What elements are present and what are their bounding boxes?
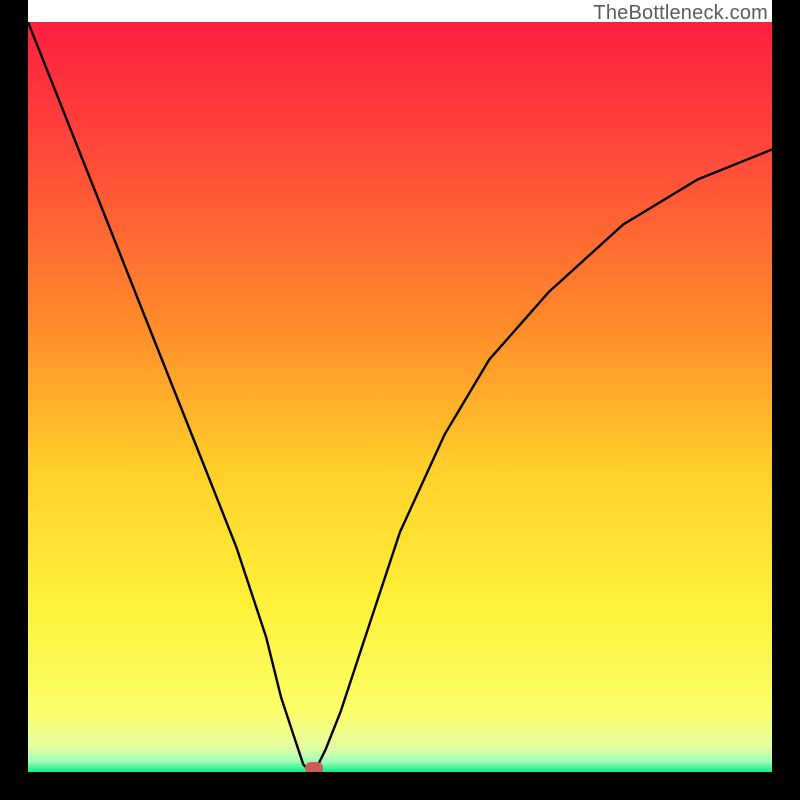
gradient-background (28, 22, 772, 772)
plot-area (28, 22, 772, 772)
minimum-marker (305, 762, 323, 772)
chart-stage: TheBottleneck.com (0, 0, 800, 800)
plot-svg (28, 22, 772, 772)
